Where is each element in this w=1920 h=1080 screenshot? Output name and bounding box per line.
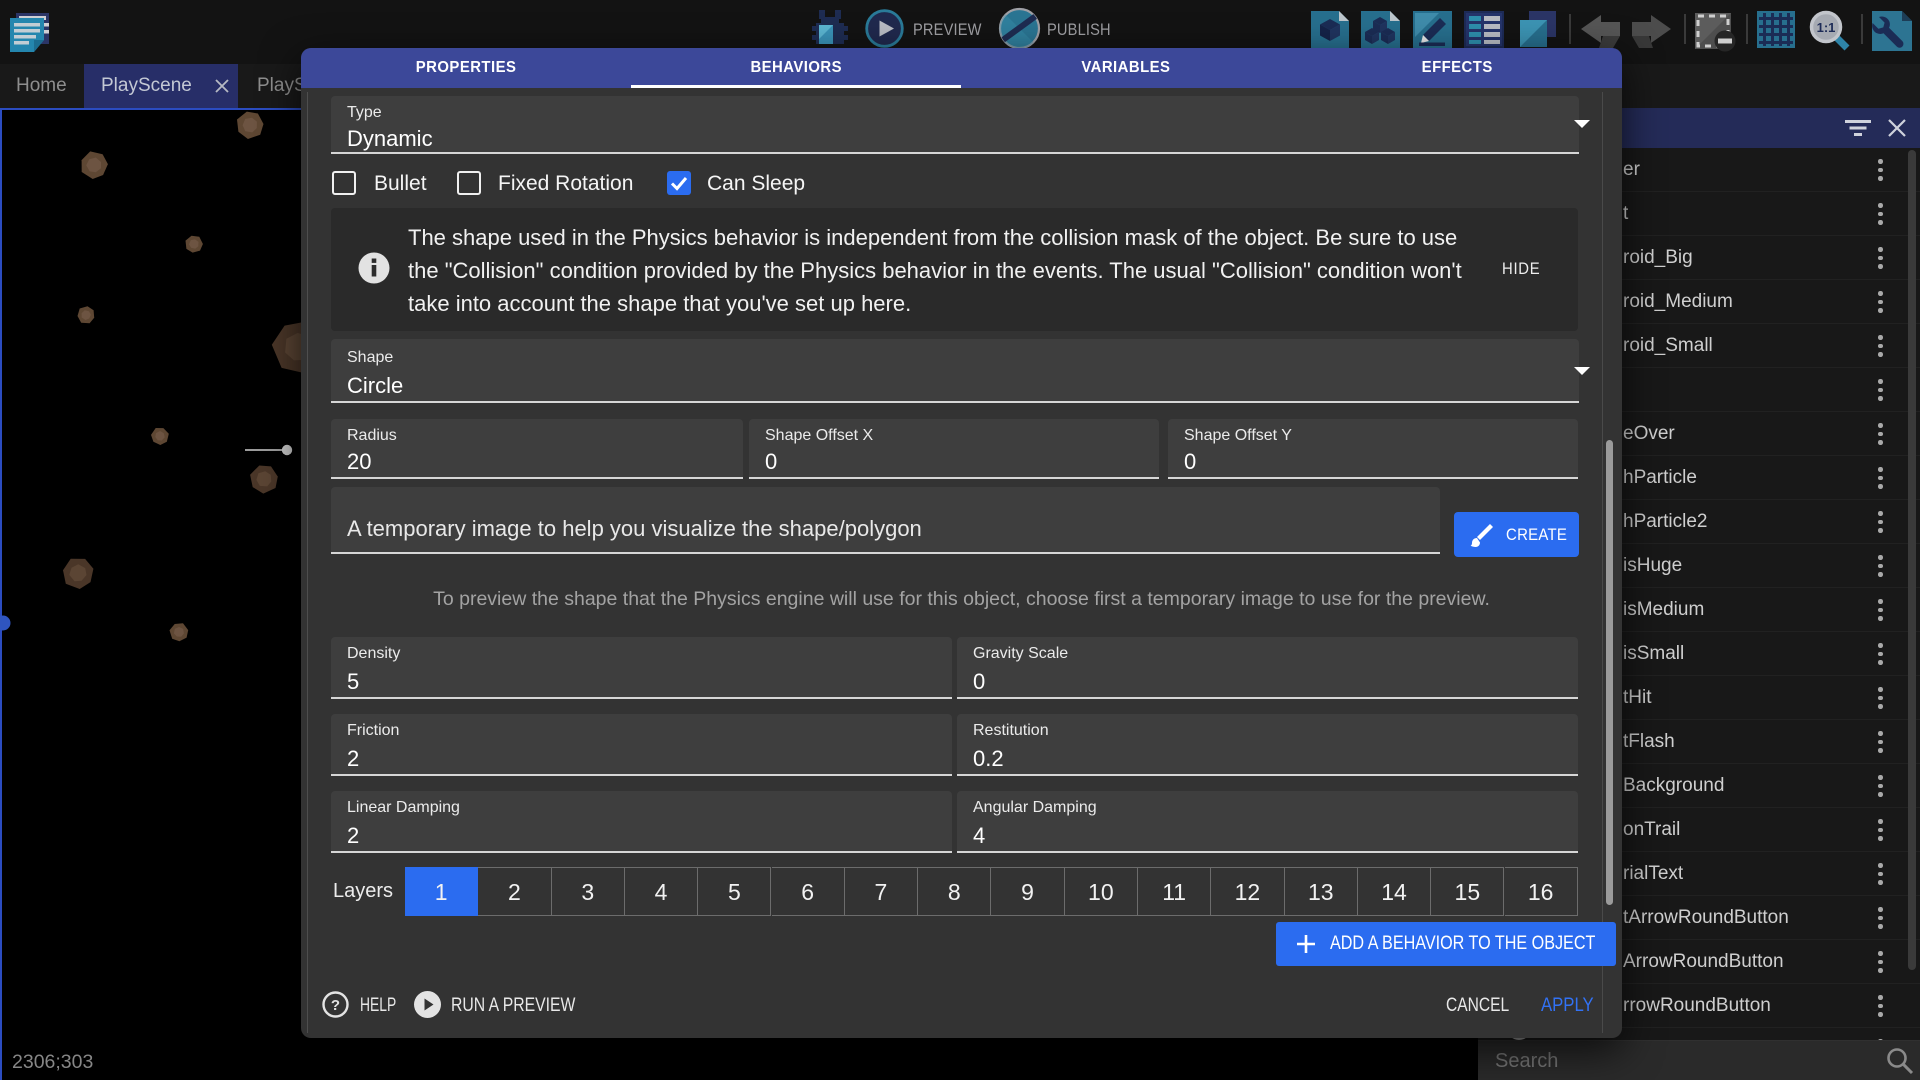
svg-text:1:1: 1:1 <box>1817 20 1836 35</box>
svg-text:?: ? <box>331 997 340 1014</box>
